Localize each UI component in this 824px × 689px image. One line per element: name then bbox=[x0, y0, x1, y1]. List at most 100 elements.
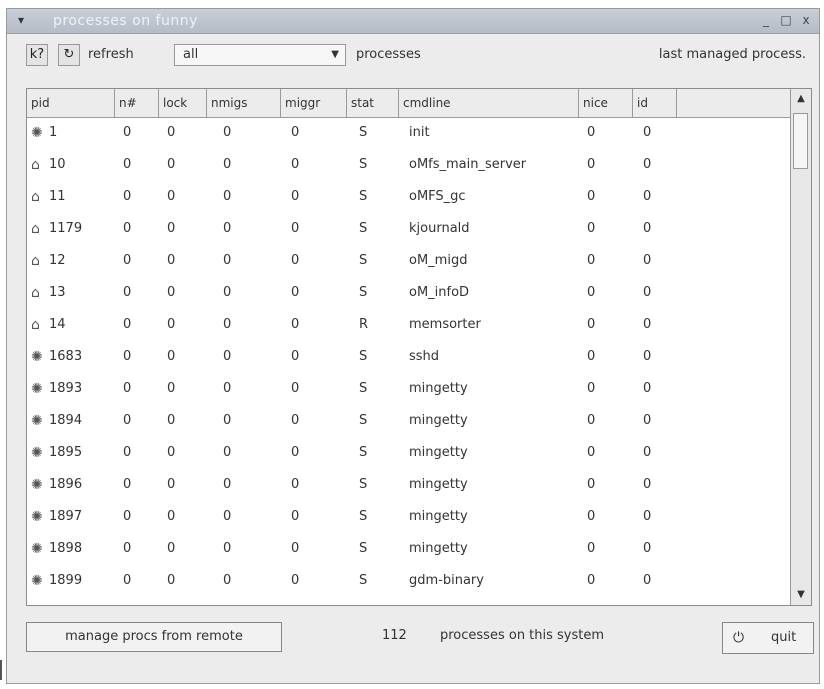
cell-nmigs: 0 bbox=[223, 221, 232, 236]
scroll-down-arrow-icon[interactable]: ▼ bbox=[791, 585, 811, 605]
cell-n: 0 bbox=[123, 413, 132, 428]
cell-n: 0 bbox=[123, 157, 132, 172]
cell-pid: 11 bbox=[49, 189, 66, 204]
cell-lock: 0 bbox=[167, 285, 176, 300]
column-header-id[interactable]: id bbox=[633, 89, 677, 117]
cell-nmigs: 0 bbox=[223, 157, 232, 172]
cell-pid: 1896 bbox=[49, 477, 83, 492]
scrollbar-thumb[interactable] bbox=[793, 113, 808, 169]
column-header-nmigs[interactable]: nmigs bbox=[207, 89, 281, 117]
cell-id: 0 bbox=[643, 509, 652, 524]
cell-pid: 1894 bbox=[49, 413, 83, 428]
cell-miggr: 0 bbox=[291, 445, 300, 460]
cell-id: 0 bbox=[643, 285, 652, 300]
vertical-scrollbar[interactable]: ▲ ▼ bbox=[790, 89, 811, 605]
table-row[interactable]: ✺ 1 0 0 0 0 Sinit 0 0 bbox=[27, 117, 791, 149]
window-menu-icon[interactable]: ▾ bbox=[13, 13, 29, 27]
cell-n: 0 bbox=[123, 541, 132, 556]
manage-remote-button[interactable]: manage procs from remote bbox=[26, 622, 282, 652]
table-row[interactable]: ✺ 1895 0 0 0 0 Smingetty 0 0 bbox=[27, 437, 791, 469]
cell-lock: 0 bbox=[167, 445, 176, 460]
cell-nice: 0 bbox=[587, 413, 596, 428]
cell-miggr: 0 bbox=[291, 573, 300, 588]
cell-nmigs: 0 bbox=[223, 285, 232, 300]
column-header-lock[interactable]: lock bbox=[159, 89, 207, 117]
cell-stat: S bbox=[359, 157, 368, 172]
minimize-button[interactable]: _ bbox=[759, 12, 773, 28]
cell-miggr: 0 bbox=[291, 381, 300, 396]
cell-nmigs: 0 bbox=[223, 573, 232, 588]
table-row[interactable]: ⌂ 11 0 0 0 0 SoMFS_gc 0 0 bbox=[27, 181, 791, 213]
cell-stat: S bbox=[359, 573, 368, 588]
quit-label: quit bbox=[771, 630, 797, 645]
cell-lock: 0 bbox=[167, 189, 176, 204]
cell-lock: 0 bbox=[167, 573, 176, 588]
column-header-n[interactable]: n# bbox=[115, 89, 159, 117]
cell-miggr: 0 bbox=[291, 253, 300, 268]
cell-lock: 0 bbox=[167, 157, 176, 172]
cell-nice: 0 bbox=[587, 253, 596, 268]
refresh-button[interactable]: refresh bbox=[88, 47, 134, 62]
table-row[interactable]: ⌂ 14 0 0 0 0 Rmemsorter 0 0 bbox=[27, 309, 791, 341]
cell-miggr: 0 bbox=[291, 125, 300, 140]
lock-icon: ⌂ bbox=[31, 157, 40, 173]
cell-pid: 1899 bbox=[49, 573, 83, 588]
refresh-icon[interactable]: ↻ bbox=[58, 44, 80, 66]
cell-stat: S bbox=[359, 349, 368, 364]
table-row[interactable]: ✺ 1894 0 0 0 0 Smingetty 0 0 bbox=[27, 405, 791, 437]
cell-miggr: 0 bbox=[291, 221, 300, 236]
cell-pid: 1683 bbox=[49, 349, 83, 364]
cell-lock: 0 bbox=[167, 541, 176, 556]
cell-lock: 0 bbox=[167, 317, 176, 332]
cell-miggr: 0 bbox=[291, 285, 300, 300]
daemon-icon: ✺ bbox=[31, 509, 43, 525]
table-row[interactable]: ✺ 1896 0 0 0 0 Smingetty 0 0 bbox=[27, 469, 791, 501]
table-row[interactable]: ✺ 1683 0 0 0 0 Ssshd 0 0 bbox=[27, 341, 791, 373]
scroll-up-arrow-icon[interactable]: ▲ bbox=[791, 89, 811, 109]
table-row[interactable]: ⌂ 13 0 0 0 0 SoM_infoD 0 0 bbox=[27, 277, 791, 309]
cell-cmdline: kjournald bbox=[409, 221, 470, 236]
table-row[interactable]: ⌂ 12 0 0 0 0 SoM_migd 0 0 bbox=[27, 245, 791, 277]
table-row[interactable]: ✺ 1897 0 0 0 0 Smingetty 0 0 bbox=[27, 501, 791, 533]
cell-nmigs: 0 bbox=[223, 381, 232, 396]
lock-icon: ⌂ bbox=[31, 221, 40, 237]
cell-n: 0 bbox=[123, 477, 132, 492]
column-header-cmdline[interactable]: cmdline bbox=[399, 89, 579, 117]
cell-nice: 0 bbox=[587, 317, 596, 332]
cell-n: 0 bbox=[123, 445, 132, 460]
cell-n: 0 bbox=[123, 349, 132, 364]
column-header-nice[interactable]: nice bbox=[579, 89, 633, 117]
table-row[interactable]: ⌂ 1179 0 0 0 0 Skjournald 0 0 bbox=[27, 213, 791, 245]
daemon-icon: ✺ bbox=[31, 125, 43, 141]
quit-button[interactable]: ⏻ quit bbox=[722, 622, 814, 654]
cell-cmdline: mingetty bbox=[409, 541, 468, 556]
cell-nice: 0 bbox=[587, 221, 596, 236]
cell-cmdline: init bbox=[409, 125, 430, 140]
maximize-button[interactable]: □ bbox=[779, 12, 793, 28]
process-count-label: processes on this system bbox=[440, 628, 605, 643]
daemon-icon: ✺ bbox=[31, 541, 43, 557]
table-row[interactable]: ✺ 1898 0 0 0 0 Smingetty 0 0 bbox=[27, 533, 791, 565]
table-row[interactable]: ⌂ 10 0 0 0 0 SoMfs_main_server 0 0 bbox=[27, 149, 791, 181]
cell-nmigs: 0 bbox=[223, 541, 232, 556]
cell-stat: S bbox=[359, 541, 368, 556]
table-row[interactable]: ✺ 1893 0 0 0 0 Smingetty 0 0 bbox=[27, 373, 791, 405]
help-pointer-icon[interactable]: k? bbox=[26, 44, 48, 66]
cell-id: 0 bbox=[643, 157, 652, 172]
lock-icon: ⌂ bbox=[31, 317, 40, 333]
cell-n: 0 bbox=[123, 253, 132, 268]
cell-nmigs: 0 bbox=[223, 413, 232, 428]
column-header-stat[interactable]: stat bbox=[347, 89, 399, 117]
column-header-miggr[interactable]: miggr bbox=[281, 89, 347, 117]
process-count: 112 bbox=[382, 628, 407, 643]
cell-id: 0 bbox=[643, 445, 652, 460]
column-header-pid[interactable]: pid bbox=[27, 89, 115, 117]
cell-lock: 0 bbox=[167, 413, 176, 428]
cell-nice: 0 bbox=[587, 541, 596, 556]
cell-lock: 0 bbox=[167, 509, 176, 524]
cell-n: 0 bbox=[123, 573, 132, 588]
close-button[interactable]: x bbox=[799, 12, 813, 28]
process-filter-select[interactable]: all ▼ bbox=[174, 44, 346, 66]
table-row[interactable]: ✺ 1899 0 0 0 0 Sgdm-binary 0 0 bbox=[27, 565, 791, 597]
process-table: pid n# lock nmigs miggr stat cmdline nic… bbox=[26, 88, 812, 606]
